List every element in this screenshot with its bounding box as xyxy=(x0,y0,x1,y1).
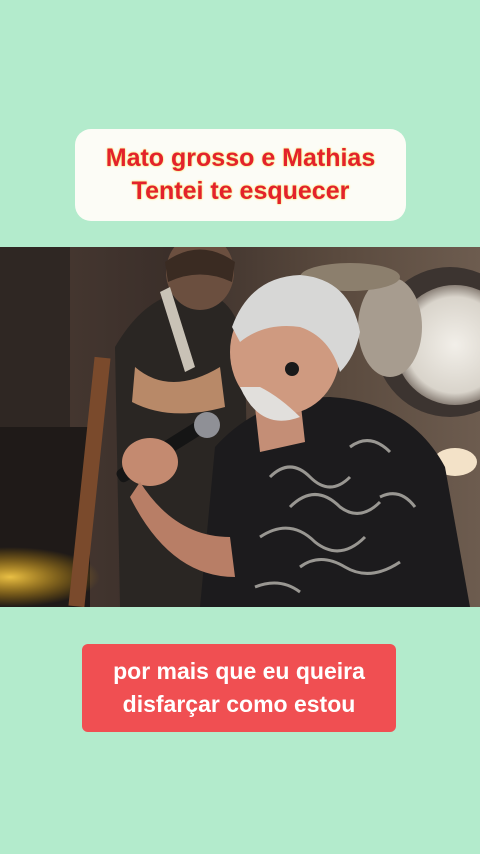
title-card: Mato grosso e Mathias Tentei te esquecer xyxy=(75,129,406,221)
lyric-line-1: por mais que eu queira xyxy=(113,658,365,684)
lyric-line-2: disfarçar como estou xyxy=(122,691,356,717)
title-line-artist: Mato grosso e Mathias xyxy=(105,144,376,172)
video-frame[interactable] xyxy=(0,247,480,607)
lyric-card: por mais que eu queira disfarçar como es… xyxy=(82,644,396,732)
title-line-song: Tentei te esquecer xyxy=(131,177,350,205)
concert-scene-image xyxy=(0,247,480,607)
